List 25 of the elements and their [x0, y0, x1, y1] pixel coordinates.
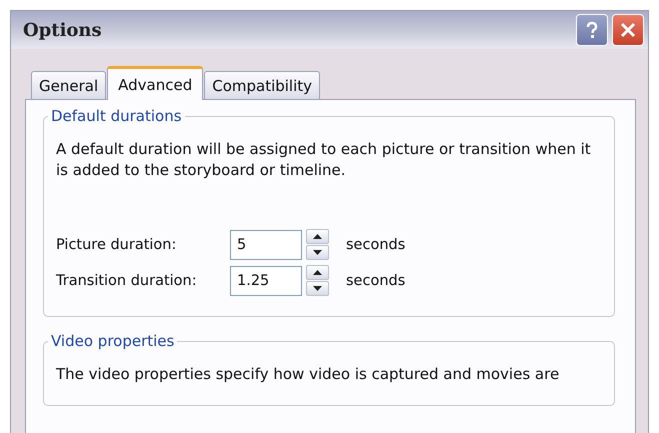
- close-icon: [619, 21, 637, 39]
- spin-input-field[interactable]: 5: [230, 230, 302, 260]
- description-text: A default duration will be assigned to each picture or transition when it is added to the storyboard or timeline.: [56, 139, 592, 181]
- tab[interactable]: Advanced: [107, 66, 204, 100]
- unit-label: seconds: [346, 236, 406, 252]
- up-arrow-icon: [313, 234, 322, 239]
- down-arrow-icon: [313, 250, 322, 255]
- field-label: Transition duration:: [56, 272, 198, 288]
- spin-down-button[interactable]: [306, 245, 329, 260]
- help-button[interactable]: [576, 14, 608, 46]
- spin-input-field[interactable]: 1.25: [230, 266, 302, 296]
- group-legend: Video properties: [48, 332, 178, 350]
- question-mark-icon: [584, 21, 600, 39]
- description-text: The video properties specify how video is captured and movies are: [56, 364, 560, 385]
- field-label: Picture duration:: [56, 236, 178, 252]
- spin-down-button[interactable]: [306, 281, 329, 296]
- spin-up-button[interactable]: [306, 265, 329, 280]
- window-title: Options: [23, 20, 102, 40]
- unit-label: seconds: [346, 272, 406, 288]
- tab[interactable]: Compatibility: [204, 71, 320, 99]
- down-arrow-icon: [313, 286, 322, 291]
- spin-up-button[interactable]: [306, 229, 329, 244]
- close-button[interactable]: [612, 14, 644, 46]
- tab[interactable]: General: [31, 71, 106, 99]
- up-arrow-icon: [313, 270, 322, 275]
